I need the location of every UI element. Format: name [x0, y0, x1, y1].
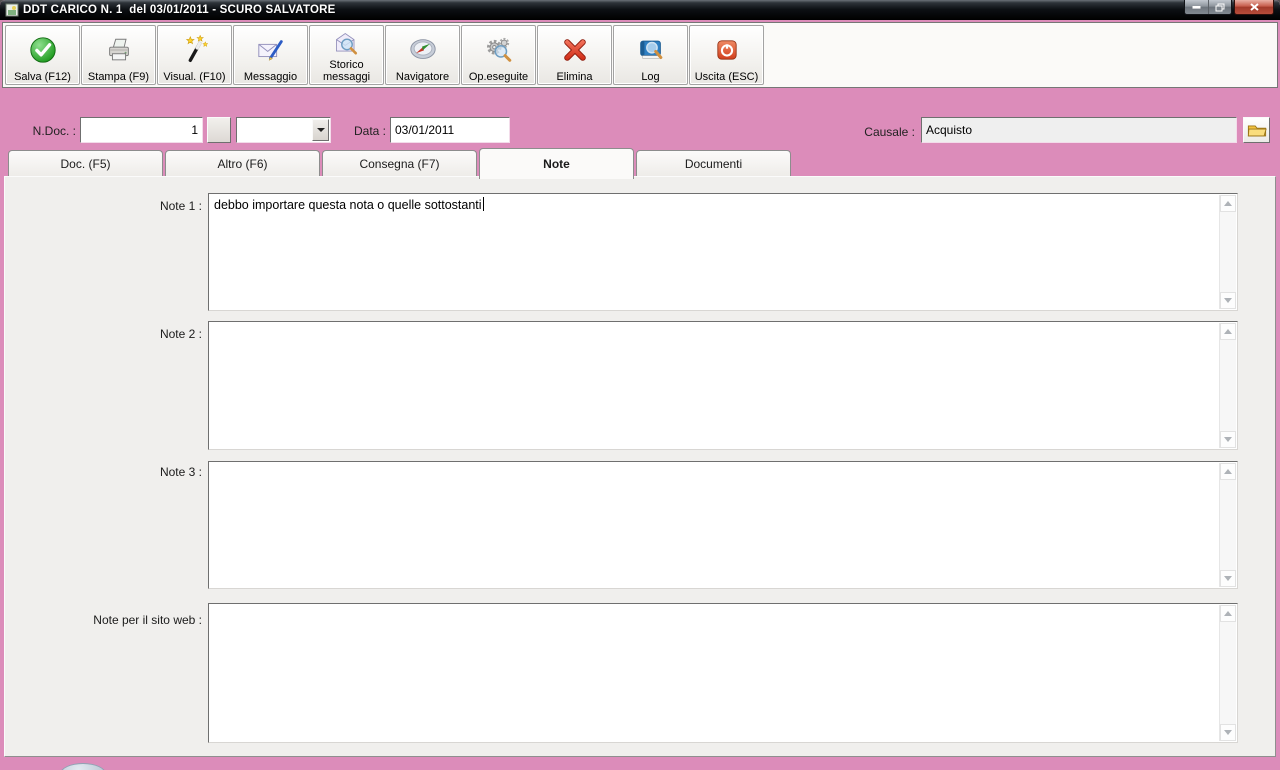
gears-magnifier-icon [484, 28, 514, 71]
ndoc-input[interactable] [80, 117, 203, 143]
chevron-down-icon [316, 128, 325, 132]
deco-circle [60, 763, 106, 770]
op-eseguite-button[interactable]: Op.eseguite [461, 25, 536, 85]
note1-textarea[interactable]: debbo importare questa nota o quelle sot… [208, 193, 1238, 311]
causale-browse-button[interactable] [1243, 117, 1270, 143]
tab-altro[interactable]: Altro (F6) [165, 150, 320, 176]
messaggio-button[interactable]: Messaggio [233, 25, 308, 85]
tab-content-note: Note 1 : debbo importare questa nota o q… [4, 176, 1276, 757]
titlebar: DDT CARICO N. 1 del 03/01/2011 - SCURO S… [0, 0, 1280, 20]
vertical-scrollbar[interactable] [1219, 463, 1236, 587]
app-window: DDT CARICO N. 1 del 03/01/2011 - SCURO S… [0, 0, 1280, 770]
ndoc-mini-button[interactable] [207, 117, 231, 143]
note3-label: Note 3 : [159, 465, 202, 479]
note-web-textarea[interactable] [208, 603, 1238, 743]
scroll-up-icon[interactable] [1220, 605, 1236, 622]
vertical-scrollbar[interactable] [1219, 605, 1236, 741]
note3-textarea[interactable] [208, 461, 1238, 589]
minimize-button[interactable] [1185, 0, 1208, 14]
toolbar: Salva (F12) Stampa (F9) Visual. (F10) Me… [2, 22, 1278, 88]
note1-label: Note 1 : [159, 199, 202, 213]
restore-button[interactable] [1208, 0, 1231, 14]
log-button[interactable]: Log [613, 25, 688, 85]
scroll-down-icon[interactable] [1220, 570, 1236, 587]
ndoc-label: N.Doc. : [32, 124, 76, 138]
power-icon [713, 28, 741, 71]
text-cursor [482, 197, 484, 211]
scroll-up-icon[interactable] [1220, 463, 1236, 480]
causale-label: Causale : [864, 125, 915, 139]
visual-button[interactable]: Visual. (F10) [157, 25, 232, 85]
close-button[interactable] [1234, 0, 1274, 15]
tab-note[interactable]: Note [479, 148, 634, 179]
tab-documenti[interactable]: Documenti [636, 150, 791, 176]
doc-type-select[interactable] [236, 117, 331, 143]
vertical-scrollbar[interactable] [1219, 195, 1236, 309]
scroll-down-icon[interactable] [1220, 431, 1236, 448]
navigatore-button[interactable]: Navigatore [385, 25, 460, 85]
scroll-up-icon[interactable] [1220, 195, 1236, 212]
red-x-icon [560, 28, 590, 71]
data-input[interactable] [390, 117, 510, 143]
magic-wand-icon [180, 28, 210, 71]
window-controls [1184, 0, 1274, 15]
envelope-magnifier-icon [333, 28, 361, 59]
note-web-label: Note per il sito web : [93, 613, 202, 627]
elimina-button[interactable]: Elimina [537, 25, 612, 85]
storico-messaggi-button[interactable]: Storico messaggi [309, 25, 384, 85]
tab-doc[interactable]: Doc. (F5) [8, 150, 163, 176]
combo-dropdown-button[interactable] [312, 119, 329, 141]
envelope-pen-icon [256, 28, 286, 71]
compass-icon [408, 28, 438, 71]
note1-text: debbo importare questa nota o quelle sot… [214, 198, 482, 212]
window-title: DDT CARICO N. 1 del 03/01/2011 - SCURO S… [23, 4, 336, 16]
causale-input[interactable] [921, 117, 1237, 143]
save-check-icon [28, 28, 58, 71]
scroll-down-icon[interactable] [1220, 724, 1236, 741]
uscita-button[interactable]: Uscita (ESC) [689, 25, 764, 85]
stampa-button[interactable]: Stampa (F9) [81, 25, 156, 85]
folder-icon [1247, 122, 1267, 138]
app-icon [5, 3, 19, 17]
scroll-up-icon[interactable] [1220, 323, 1236, 340]
tab-consegna[interactable]: Consegna (F7) [322, 150, 477, 176]
book-magnifier-icon [636, 28, 666, 71]
note2-label: Note 2 : [159, 327, 202, 341]
scroll-down-icon[interactable] [1220, 292, 1236, 309]
note2-textarea[interactable] [208, 321, 1238, 450]
salva-button[interactable]: Salva (F12) [5, 25, 80, 85]
vertical-scrollbar[interactable] [1219, 323, 1236, 448]
printer-icon [104, 28, 134, 71]
data-label: Data : [353, 124, 386, 138]
